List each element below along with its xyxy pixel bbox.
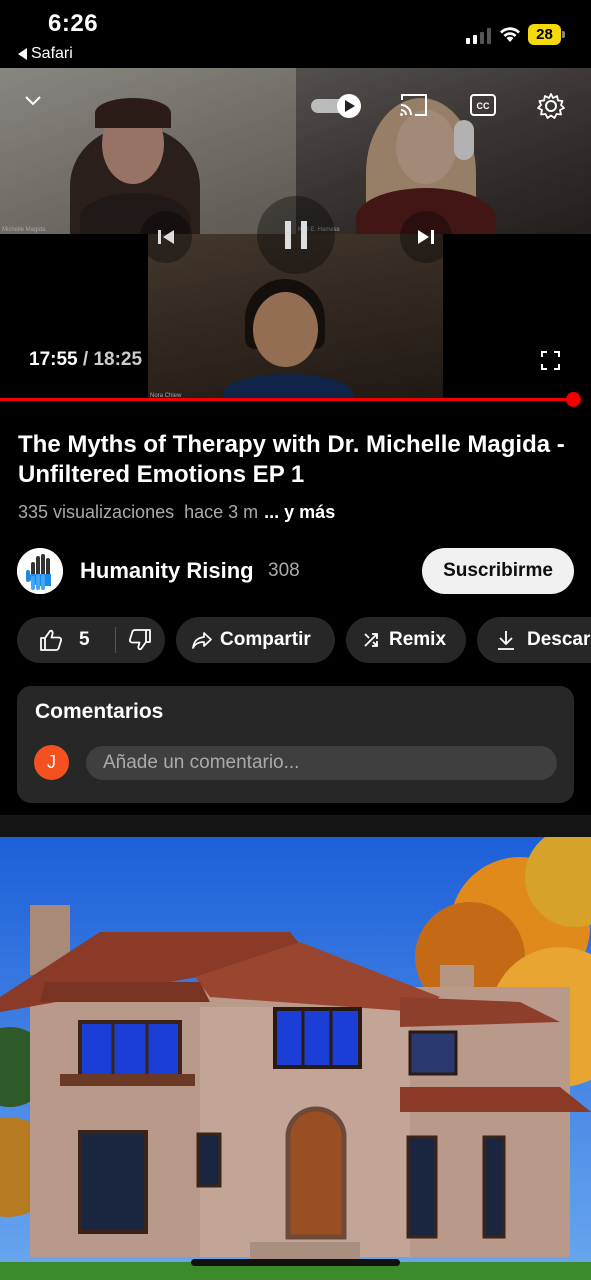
back-app-label: Safari [31, 45, 73, 62]
scrubber-handle[interactable] [566, 392, 581, 407]
chevron-down-icon[interactable] [24, 92, 42, 110]
download-button[interactable]: Descar [477, 617, 591, 663]
autoplay-toggle-icon[interactable] [311, 94, 363, 118]
download-icon [498, 631, 514, 650]
subscriber-count: 308 [268, 560, 300, 581]
next-video-thumbnail[interactable] [0, 837, 591, 1280]
remix-label: Remix [389, 629, 447, 650]
duration: 18:25 [93, 349, 143, 370]
settings-icon[interactable] [537, 92, 565, 120]
pause-button[interactable] [257, 196, 335, 274]
thumbs-up-icon [40, 629, 63, 651]
back-to-safari-link[interactable]: Safari [18, 45, 73, 63]
captions-icon[interactable]: CC [470, 93, 496, 117]
share-button[interactable]: Compartir [176, 617, 335, 663]
more-link[interactable]: ... y más [264, 502, 335, 522]
status-time: 6:26 [48, 10, 99, 37]
comments-title: Comentarios [35, 700, 164, 723]
progress-bar[interactable] [0, 398, 573, 401]
hand-logo-icon [17, 548, 63, 594]
previous-button[interactable] [140, 211, 192, 263]
time-separator: / [77, 349, 94, 370]
user-avatar: J [34, 745, 69, 780]
next-button[interactable] [400, 211, 452, 263]
cast-icon[interactable] [399, 92, 429, 118]
download-label: Descar [527, 629, 591, 650]
upload-age: hace 3 m [184, 502, 259, 522]
remix-icon [364, 633, 378, 647]
status-bar: 6:26 Safari 28 [0, 0, 591, 68]
channel-name[interactable]: Humanity Rising [80, 558, 254, 584]
wifi-icon [500, 27, 520, 42]
section-divider [0, 815, 591, 837]
comments-panel[interactable]: Comentarios J Añade un comentario... [17, 686, 574, 803]
fullscreen-icon[interactable] [541, 351, 560, 370]
previous-icon [158, 230, 174, 244]
back-arrow-icon [18, 48, 27, 60]
comment-input[interactable]: Añade un comentario... [86, 746, 557, 780]
current-time: 17:55 [29, 349, 78, 370]
svg-text:CC: CC [477, 101, 490, 111]
like-button[interactable]: 5 [17, 629, 115, 651]
house-thumbnail-image [0, 837, 591, 1280]
playback-time: 17:55 / 18:25 [29, 349, 142, 371]
video-title[interactable]: The Myths of Therapy with Dr. Michelle M… [18, 430, 578, 490]
pause-icon [285, 221, 307, 249]
like-count: 5 [79, 629, 90, 650]
dislike-button[interactable] [116, 629, 164, 651]
view-count: 335 visualizaciones [18, 502, 175, 522]
like-dislike-group: 5 [17, 617, 165, 663]
next-icon [418, 230, 434, 244]
cellular-signal-icon [466, 27, 491, 44]
battery-indicator: 28 [528, 24, 565, 45]
subscribe-button[interactable]: Suscribirme [422, 548, 574, 594]
share-label: Compartir [220, 629, 311, 650]
share-icon [192, 632, 212, 649]
battery-level: 28 [528, 24, 561, 45]
channel-avatar[interactable] [17, 548, 63, 594]
home-indicator [191, 1259, 400, 1266]
thumbs-down-icon [128, 629, 151, 651]
video-player[interactable]: Michelle Magida Kori E. Hamess Nora Chie… [0, 68, 591, 401]
video-meta[interactable]: 335 visualizaciones hace 3 m... y más [18, 502, 335, 523]
remix-button[interactable]: Remix [346, 617, 466, 663]
